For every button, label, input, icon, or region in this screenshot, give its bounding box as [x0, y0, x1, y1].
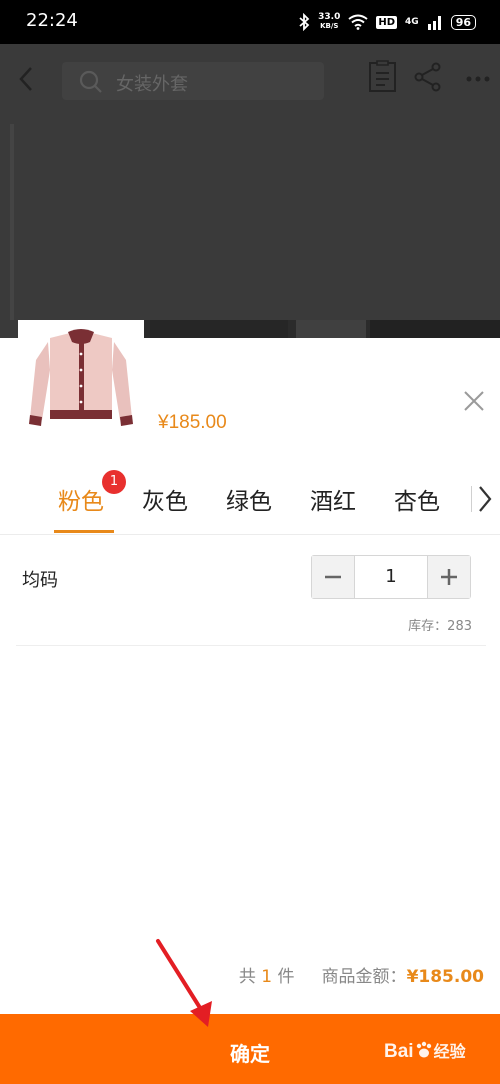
annotation-arrow [156, 939, 212, 1027]
tab-color-apricot[interactable]: 杏色 [394, 482, 440, 516]
watermark: Bai 经验 [384, 1041, 466, 1062]
quantity-input[interactable]: 1 [354, 556, 428, 598]
divider [16, 645, 486, 646]
tab-color-green[interactable]: 绿色 [226, 482, 272, 516]
signal-type: 4G [405, 17, 419, 27]
summary-amount: ¥185.00 [406, 967, 484, 987]
tab-color-grey[interactable]: 灰色 [142, 482, 188, 516]
confirm-button[interactable]: 确定 Bai 经验 [0, 1014, 500, 1084]
hd-badge: HD [376, 15, 398, 29]
quantity-stepper: 1 [311, 555, 471, 599]
product-thumbnail [18, 320, 144, 446]
status-bar: 22:24 33.0 KB/S HD 4G 96 [0, 0, 500, 44]
plus-icon [441, 569, 457, 585]
paw-icon [416, 1041, 431, 1058]
tabs-more-divider [471, 486, 472, 512]
background-image-strip [150, 320, 288, 338]
chevron-right-icon[interactable] [477, 484, 493, 514]
bluetooth-icon [299, 13, 310, 31]
color-tabs: 粉色 1 灰色 绿色 酒红 杏色 [0, 464, 500, 535]
network-speed: 33.0 KB/S [318, 12, 341, 31]
signal-icon [427, 16, 441, 30]
tab-color-pink[interactable]: 粉色 [58, 482, 104, 516]
summary-amount-label: 商品金额： [321, 967, 407, 987]
cardigan-image [29, 329, 133, 426]
status-time: 22:24 [26, 10, 78, 31]
summary-count: 1 [261, 967, 273, 987]
size-option-label: 均码 [22, 570, 58, 591]
summary-unit: 件 [277, 967, 295, 987]
background-image-strip [296, 320, 366, 338]
stock-text: 库存：283 [408, 619, 472, 634]
wifi-icon [348, 14, 368, 30]
product-price: ¥185.00 [158, 412, 227, 433]
close-icon[interactable] [458, 385, 490, 417]
order-summary: 共 1 件 商品金额：¥185.00 [239, 962, 484, 987]
battery-icon: 96 [450, 14, 476, 30]
minus-icon [325, 575, 341, 579]
list-icon [369, 60, 396, 92]
background-search-box: 女装外套 [62, 62, 324, 100]
active-tab-indicator [54, 530, 114, 533]
back-icon [19, 67, 32, 91]
increase-button[interactable] [428, 556, 470, 598]
background-scroll-edge [10, 124, 14, 320]
summary-prefix: 共 [238, 967, 256, 987]
status-icons: 33.0 KB/S HD 4G 96 [298, 12, 476, 32]
search-icon [79, 70, 102, 93]
decrease-button[interactable] [312, 556, 354, 598]
background-page-overlay[interactable]: 女装外套 [0, 44, 500, 338]
share-icon [414, 62, 441, 92]
tab-color-wine[interactable]: 酒红 [310, 482, 356, 516]
tab-count-badge: 1 [102, 470, 126, 494]
search-placeholder: 女装外套 [116, 74, 188, 95]
background-image-strip [370, 320, 500, 338]
more-icon [466, 76, 490, 82]
